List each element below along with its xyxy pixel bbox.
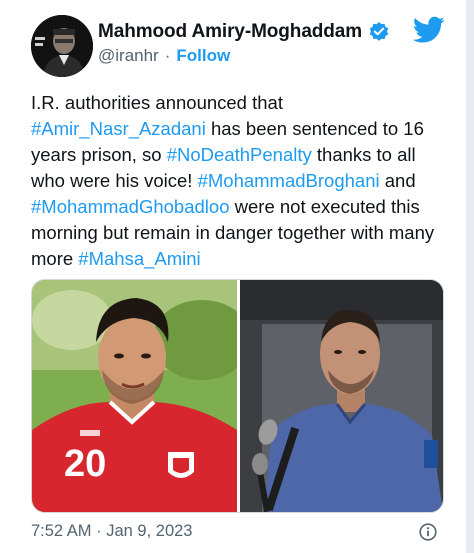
media-photos: 20 [32,280,443,512]
tweet-media[interactable]: 20 [31,279,444,513]
hashtag-link[interactable]: #NoDeathPenalty [167,144,312,165]
hashtag-link[interactable]: #Amir_Nasr_Azadani [31,118,206,139]
tweet-timestamp[interactable]: 7:52 AM · Jan 9, 2023 [31,522,192,541]
tweet-text: I.R. authorities announced that #Amir_Na… [31,90,441,272]
jersey-number: 20 [64,443,106,485]
tweet-text-fragment: and [379,170,416,191]
author-name-row: Mahmood Amiry-Moghaddam [98,18,390,46]
page-edge [466,0,474,553]
author-handle-row: @iranhr · Follow [98,46,230,66]
right-photo[interactable] [240,280,443,512]
info-icon[interactable] [419,523,437,541]
avatar-image [31,15,93,77]
author-name[interactable]: Mahmood Amiry-Moghaddam [98,21,362,43]
follow-button[interactable]: Follow [176,46,230,66]
tweet-text-fragment: I.R. authorities announced that [31,92,283,113]
verified-badge-icon [369,22,389,41]
hashtag-link[interactable]: #Mahsa_Amini [78,248,200,269]
author-avatar[interactable] [31,15,93,77]
tweet-time: 7:52 AM [31,522,92,540]
tweet-date: Jan 9, 2023 [106,522,193,540]
hashtag-link[interactable]: #MohammadBroghani [198,170,380,191]
hashtag-link[interactable]: #MohammadGhobadloo [31,196,230,217]
author-handle[interactable]: @iranhr [98,46,159,66]
left-photo[interactable]: 20 [32,280,252,512]
handle-separator: · [164,46,171,65]
tweet-card: Mahmood Amiry-Moghaddam @iranhr · Follow… [0,0,466,553]
footer-separator: · [96,522,102,540]
twitter-bird-icon[interactable] [413,16,445,44]
